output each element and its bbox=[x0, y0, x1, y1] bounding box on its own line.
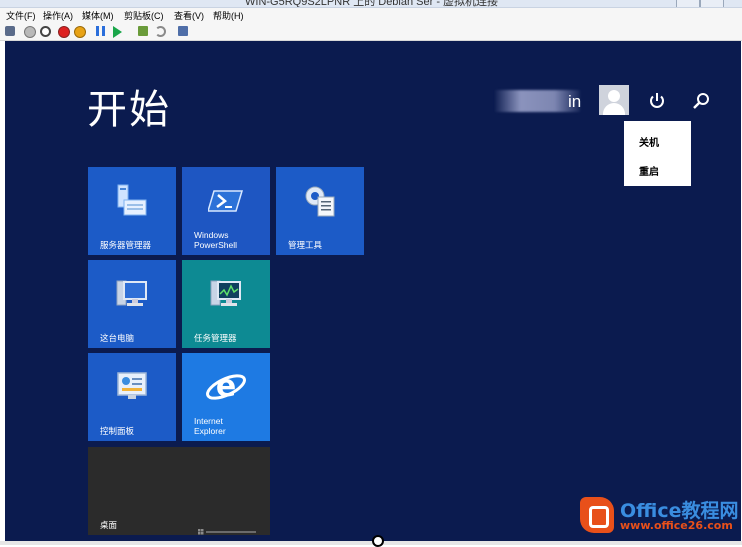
task-manager-icon bbox=[208, 276, 244, 312]
window-title: WIN-G5RQ9S2LPNR 上的 Debian Ser - 虚拟机连接 bbox=[245, 0, 499, 8]
shutdown-menu-item[interactable]: 关机 bbox=[639, 134, 659, 149]
shutdown-icon[interactable] bbox=[58, 26, 70, 38]
office26-watermark: Office教程网 www.office26.com bbox=[580, 494, 740, 540]
busy-cursor-icon bbox=[372, 535, 384, 547]
tile-desktop[interactable]: 桌面 bbox=[88, 447, 270, 535]
control-panel-icon bbox=[114, 369, 150, 405]
checkpoint-icon[interactable] bbox=[138, 26, 148, 36]
tile-powershell[interactable]: Windows PowerShell bbox=[182, 167, 270, 255]
tile-label: 桌面 bbox=[100, 519, 118, 530]
minimize-button[interactable] bbox=[676, 0, 700, 7]
tile-label: Internet Explorer bbox=[194, 416, 226, 436]
start-title: 开始 bbox=[87, 87, 171, 133]
tile-label: 这台电脑 bbox=[100, 332, 135, 343]
restart-menu-item[interactable]: 重启 bbox=[639, 163, 659, 178]
tile-server-manager[interactable]: 服务器管理器 bbox=[88, 167, 176, 255]
tile-label: Windows PowerShell bbox=[194, 230, 237, 250]
tile-task-manager[interactable]: 任务管理器 bbox=[182, 260, 270, 348]
tile-label: 控制面板 bbox=[100, 425, 135, 436]
watermark-url: www.office26.com bbox=[620, 519, 733, 532]
menu-file[interactable]: 文件(F) bbox=[6, 9, 36, 22]
menu-media[interactable]: 媒体(M) bbox=[82, 9, 114, 22]
search-icon[interactable] bbox=[690, 90, 712, 112]
svg-text:e: e bbox=[216, 369, 236, 404]
revert-icon[interactable] bbox=[155, 26, 166, 37]
power-icon[interactable] bbox=[646, 90, 668, 112]
computer-icon bbox=[114, 276, 150, 312]
user-name[interactable]: in bbox=[568, 92, 581, 112]
powershell-icon bbox=[206, 183, 244, 219]
tile-label: 任务管理器 bbox=[194, 332, 237, 343]
power-menu: 关机 重启 bbox=[624, 121, 691, 186]
tile-internet-explorer[interactable]: e Internet Explorer bbox=[182, 353, 270, 441]
server-manager-icon bbox=[114, 183, 150, 219]
tile-control-panel[interactable]: 控制面板 bbox=[88, 353, 176, 441]
desktop-icon bbox=[198, 522, 258, 535]
save-icon[interactable] bbox=[74, 26, 86, 38]
user-avatar[interactable] bbox=[599, 85, 629, 115]
resume-icon[interactable] bbox=[113, 26, 122, 38]
menu-bar: 文件(F) 操作(A) 媒体(M) 剪贴板(C) 查看(V) 帮助(H) bbox=[0, 8, 742, 22]
menu-view[interactable]: 查看(V) bbox=[174, 9, 204, 22]
maximize-button[interactable] bbox=[700, 0, 724, 7]
ctrl-alt-del-icon[interactable] bbox=[5, 26, 15, 36]
tile-admin-tools[interactable]: 管理工具 bbox=[276, 167, 364, 255]
tile-label: 服务器管理器 bbox=[100, 239, 152, 250]
admin-tools-icon bbox=[302, 183, 338, 219]
pause-icon[interactable] bbox=[96, 26, 105, 36]
toolbar bbox=[0, 22, 742, 41]
window-titlebar: WIN-G5RQ9S2LPNR 上的 Debian Ser - 虚拟机连接 bbox=[0, 0, 742, 8]
turnoff-icon[interactable] bbox=[40, 26, 51, 37]
menu-help[interactable]: 帮助(H) bbox=[213, 9, 244, 22]
tile-this-pc[interactable]: 这台电脑 bbox=[88, 260, 176, 348]
enhanced-session-icon[interactable] bbox=[178, 26, 188, 36]
office-logo-icon bbox=[580, 497, 614, 533]
vm-screen[interactable]: 开始 in 关机 重启 服务器管理器 Windows PowerShell 管理… bbox=[5, 41, 741, 541]
start-icon[interactable] bbox=[24, 26, 36, 38]
bottom-scrollbar[interactable] bbox=[0, 541, 742, 545]
menu-clipboard[interactable]: 剪贴板(C) bbox=[124, 9, 164, 22]
ie-icon: e bbox=[204, 365, 248, 409]
menu-action[interactable]: 操作(A) bbox=[43, 9, 73, 22]
tile-label: 管理工具 bbox=[288, 239, 323, 250]
